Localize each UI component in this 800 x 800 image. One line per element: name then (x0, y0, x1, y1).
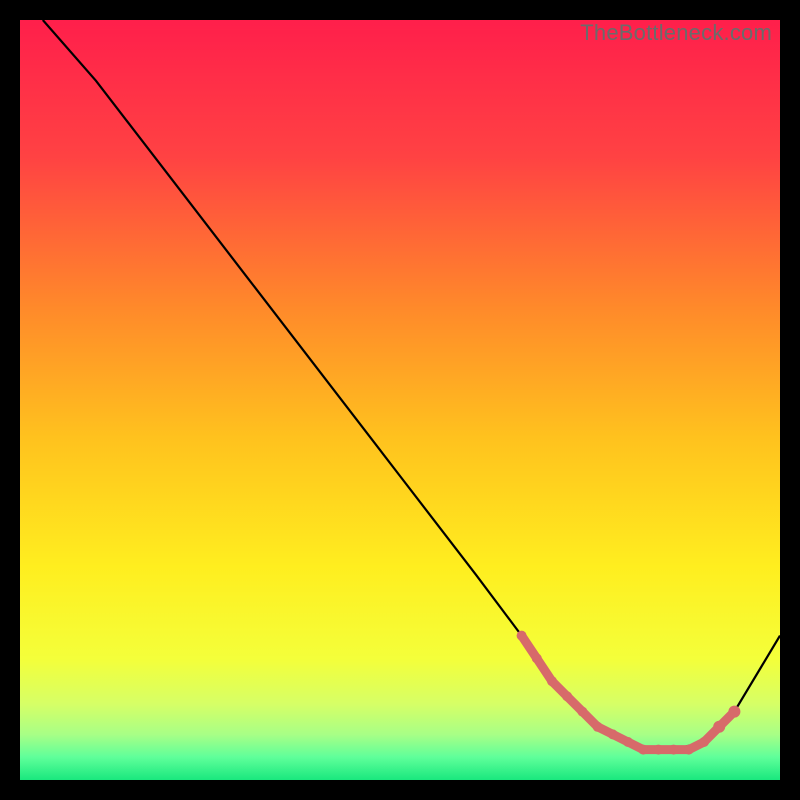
highlight-dot (728, 706, 740, 718)
highlight-dot (593, 722, 603, 732)
gradient-background (20, 20, 780, 780)
plot-area: TheBottleneck.com (20, 20, 780, 780)
highlight-dot (623, 737, 633, 747)
highlight-dot (669, 745, 679, 755)
highlight-dot (684, 745, 694, 755)
chart-svg (20, 20, 780, 780)
highlight-dot (532, 653, 542, 663)
chart-frame: TheBottleneck.com (20, 20, 780, 780)
highlight-dot (608, 729, 618, 739)
highlight-dot (653, 745, 663, 755)
highlight-dot (699, 737, 709, 747)
highlight-dot (547, 676, 557, 686)
highlight-dot (713, 721, 725, 733)
highlight-dot (638, 745, 648, 755)
highlight-dot (577, 707, 587, 717)
highlight-dot (562, 691, 572, 701)
highlight-dot (517, 631, 527, 641)
